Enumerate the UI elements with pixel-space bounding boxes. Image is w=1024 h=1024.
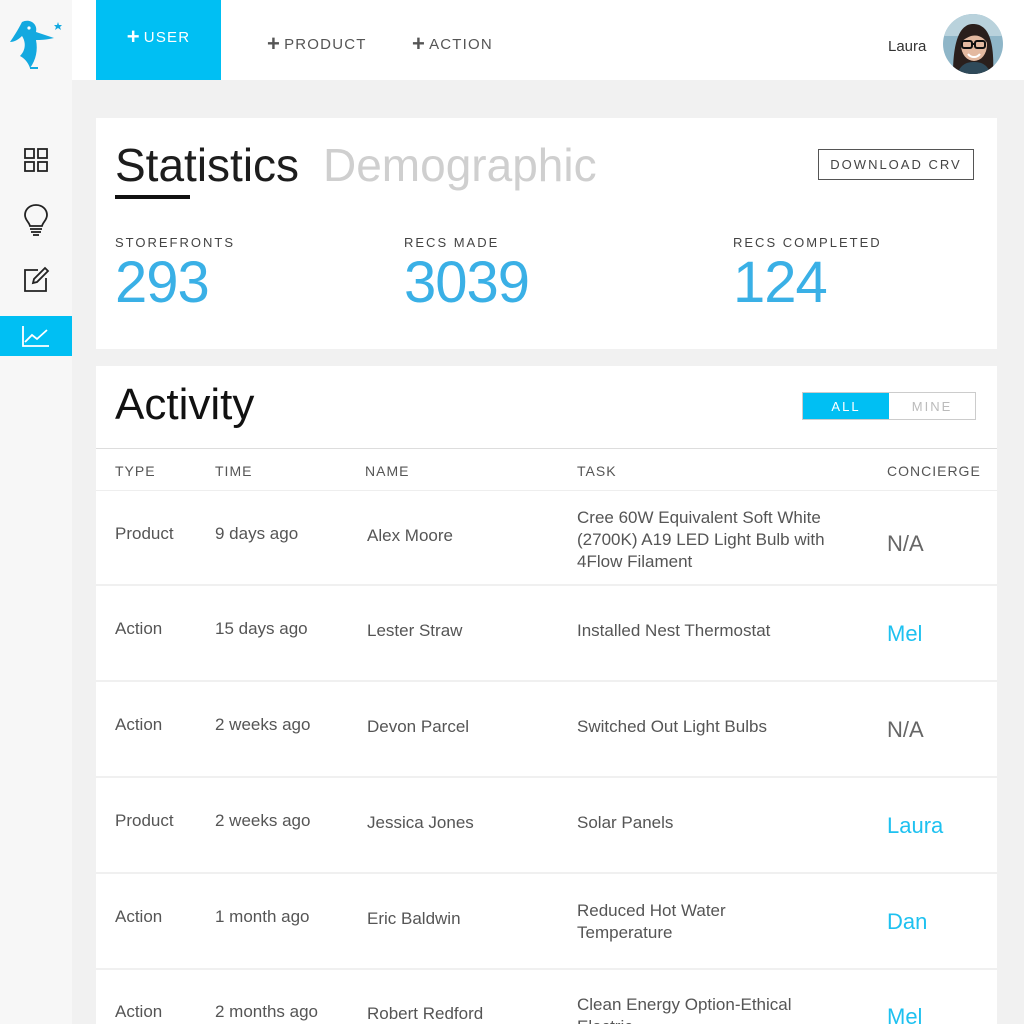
grid-icon xyxy=(23,147,49,173)
cell-name: Robert Redford xyxy=(367,1004,484,1023)
concierge-link[interactable]: Mel xyxy=(887,1006,922,1024)
cell-name: Jessica Jones xyxy=(367,813,474,832)
active-tab-indicator xyxy=(115,195,190,199)
cell-task: Installed Nest Thermostat xyxy=(577,621,771,640)
cell-task: Solar Panels xyxy=(577,813,674,832)
stat-label: STOREFRONTS xyxy=(115,235,235,250)
add-action-label: ACTION xyxy=(429,35,493,53)
add-product-label: PRODUCT xyxy=(284,35,367,53)
edit-nav[interactable] xyxy=(0,260,72,300)
column-header-time[interactable]: TIME xyxy=(215,463,252,479)
cell-time: 9 days ago xyxy=(215,524,299,543)
analytics-nav[interactable] xyxy=(0,316,72,356)
sidebar xyxy=(0,0,72,1024)
table-row[interactable]: Action 2 months ago Robert Redford Clean… xyxy=(96,970,997,1024)
column-header-task[interactable]: TASK xyxy=(577,463,617,479)
add-user-label: USER xyxy=(143,28,191,46)
cell-task: Reduced Hot Water Temperature xyxy=(577,901,726,942)
column-header-concierge[interactable]: CONCIERGE xyxy=(887,463,981,479)
concierge-link[interactable]: Laura xyxy=(887,815,943,837)
stat-recs-completed: RECS COMPLETED 124 xyxy=(733,235,882,312)
add-user-button[interactable]: + USER xyxy=(96,0,221,80)
cell-task: Switched Out Light Bulbs xyxy=(577,717,767,736)
stat-value: 124 xyxy=(733,250,828,315)
plus-icon: + xyxy=(412,31,427,56)
table-row[interactable]: Product 9 days ago Alex Moore Cree 60W E… xyxy=(96,491,997,586)
concierge-link[interactable]: Dan xyxy=(887,911,927,933)
add-action-button[interactable]: + ACTION xyxy=(412,0,493,80)
cell-time: 1 month ago xyxy=(215,907,310,926)
concierge-link[interactable]: Mel xyxy=(887,623,922,645)
filter-all-button[interactable]: ALL xyxy=(803,393,889,419)
cell-time: 2 months ago xyxy=(215,1002,319,1021)
cell-concierge: N/A xyxy=(887,717,924,742)
cell-type: Action xyxy=(115,907,163,926)
cell-type: Action xyxy=(115,619,163,638)
stat-recs-made: RECS MADE 3039 xyxy=(404,235,530,315)
edit-icon xyxy=(22,266,50,294)
cell-type: Action xyxy=(115,715,163,734)
table-row[interactable]: Action 2 weeks ago Devon Parcel Switched… xyxy=(96,682,997,778)
cell-type: Product xyxy=(115,811,174,830)
cell-name: Devon Parcel xyxy=(367,717,470,736)
stat-label: RECS MADE xyxy=(404,235,500,250)
table-row[interactable]: Action 1 month ago Eric Baldwin Reduced … xyxy=(96,874,997,970)
column-header-name[interactable]: NAME xyxy=(365,463,409,479)
cell-task: Cree 60W Equivalent Soft White (2700K) A… xyxy=(577,508,825,571)
cell-task: Clean Energy Option-Ethical Electric xyxy=(577,995,792,1024)
plus-icon: + xyxy=(267,31,282,56)
cell-time: 2 weeks ago xyxy=(215,811,311,830)
cell-type: Action xyxy=(115,1002,163,1021)
download-crv-button[interactable]: DOWNLOAD CRV xyxy=(818,149,974,180)
table-row[interactable]: Product 2 weeks ago Jessica Jones Solar … xyxy=(96,778,997,874)
tab-demographic[interactable]: Demographic xyxy=(323,138,597,192)
activity-filter-toggle: ALL MINE xyxy=(802,392,976,420)
stat-storefronts: STOREFRONTS 293 xyxy=(115,235,235,312)
filter-mine-button[interactable]: MINE xyxy=(889,393,975,419)
avatar[interactable] xyxy=(943,14,1003,74)
cell-time: 2 weeks ago xyxy=(215,715,311,734)
stat-value: 3039 xyxy=(404,250,530,315)
lightbulb-icon xyxy=(23,203,49,237)
cell-name: Alex Moore xyxy=(367,526,453,545)
chart-icon xyxy=(21,324,51,348)
column-header-type[interactable]: TYPE xyxy=(115,463,156,479)
activity-title: Activity xyxy=(115,380,255,429)
dashboard-nav[interactable] xyxy=(0,140,72,180)
cell-type: Product xyxy=(115,524,174,543)
cell-name: Lester Straw xyxy=(367,621,463,640)
stat-label: RECS COMPLETED xyxy=(733,235,882,250)
table-header: TYPE TIME NAME TASK CONCIERGE xyxy=(96,448,997,491)
activity-card: Activity ALL MINE TYPE TIME NAME TASK CO… xyxy=(96,366,997,1024)
cell-name: Eric Baldwin xyxy=(367,909,461,928)
ideas-nav[interactable] xyxy=(0,200,72,240)
tab-statistics[interactable]: Statistics xyxy=(115,138,299,192)
table-row[interactable]: Action 15 days ago Lester Straw Installe… xyxy=(96,586,997,682)
top-bar: + USER + PRODUCT + ACTION Laura xyxy=(72,0,1024,80)
add-product-button[interactable]: + PRODUCT xyxy=(267,0,367,80)
statistics-card: Statistics Demographic DOWNLOAD CRV STOR… xyxy=(96,118,997,349)
stat-value: 293 xyxy=(115,250,210,315)
cell-concierge: N/A xyxy=(887,531,924,556)
plus-icon: + xyxy=(126,24,141,49)
penguin-logo-icon[interactable] xyxy=(8,18,66,72)
cell-time: 15 days ago xyxy=(215,619,308,638)
user-name[interactable]: Laura xyxy=(888,38,926,55)
